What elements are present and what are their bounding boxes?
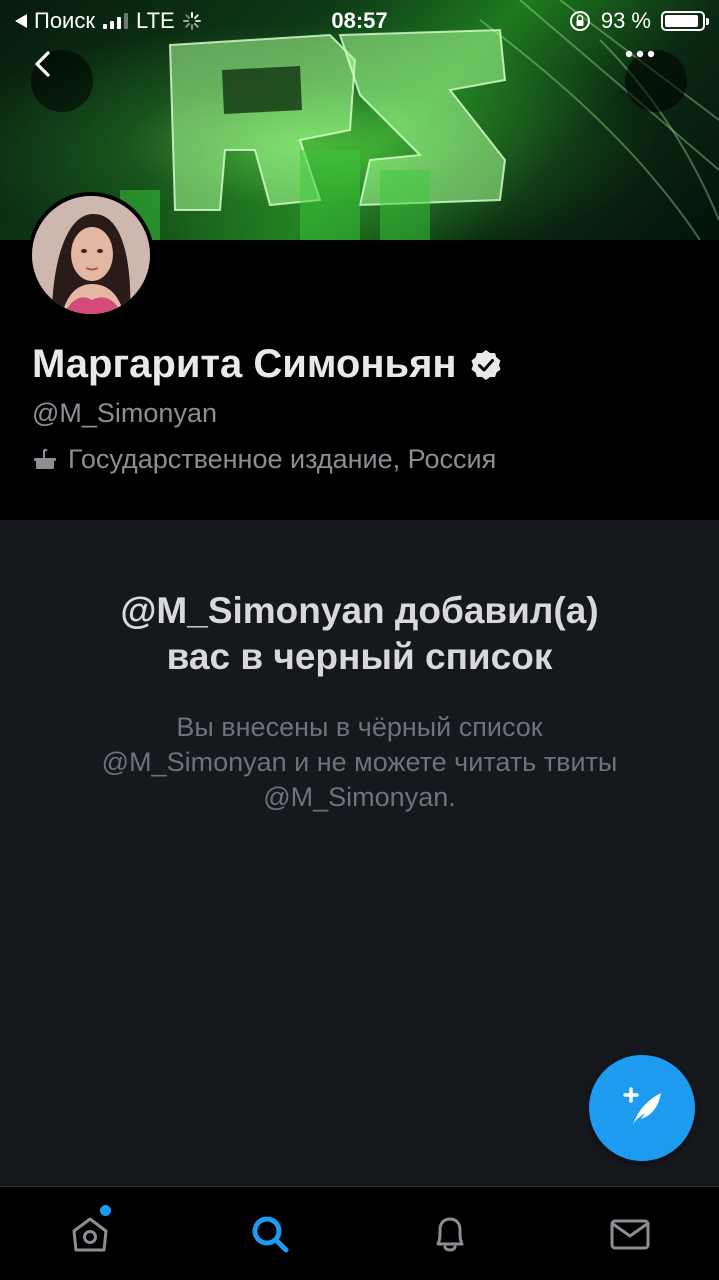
- profile-handle: @M_Simonyan: [32, 398, 217, 428]
- blocked-title: @M_Simonyan добавил(а) вас в черный спис…: [40, 588, 679, 680]
- affiliation-text: Государственное издание, Россия: [68, 444, 497, 474]
- bottom-tab-bar: [0, 1186, 719, 1280]
- battery-fill: [665, 15, 698, 27]
- more-horizontal-icon: [625, 50, 655, 58]
- search-icon: [252, 1216, 289, 1253]
- tab-search[interactable]: [247, 1211, 293, 1257]
- blocked-body-line-2: @M_Simonyan и не можете читать твиты: [101, 747, 618, 777]
- podium-icon: [34, 448, 56, 469]
- home-notification-dot: [100, 1205, 111, 1216]
- profile-screen: Поиск LTE 08:57 93 % Маргарита Симоньян …: [0, 0, 719, 1280]
- display-name: Маргарита Симоньян: [32, 342, 457, 386]
- orientation-lock-icon: [569, 11, 590, 31]
- blocked-body-line-1: Вы внесены в чёрный список: [176, 712, 543, 742]
- profile-name-row: Маргарита Симоньян: [32, 342, 503, 387]
- affiliation-label-row[interactable]: Государственное издание, Россия: [32, 444, 496, 475]
- compose-tweet-button[interactable]: [589, 1055, 695, 1161]
- blocked-body-line-3: @M_Simonyan.: [263, 782, 456, 812]
- battery-percent: 93 %: [600, 8, 651, 33]
- compose-tweet-icon: [623, 1087, 661, 1125]
- blocked-title-line-2: вас в черный список: [166, 636, 553, 677]
- envelope-icon: [610, 1219, 650, 1250]
- avatar-image: [32, 196, 150, 314]
- more-options-button[interactable]: [625, 50, 687, 112]
- bell-icon: [436, 1217, 464, 1252]
- avatar-portrait: [32, 196, 150, 314]
- blocked-description: Вы внесены в чёрный список @M_Simonyan и…: [40, 710, 679, 815]
- blocked-title-line-1: @M_Simonyan добавил(а): [120, 590, 599, 631]
- back-button[interactable]: [31, 50, 93, 112]
- tab-notifications[interactable]: [427, 1211, 473, 1257]
- home-icon: [72, 1217, 108, 1252]
- avatar[interactable]: [28, 192, 154, 318]
- tab-messages[interactable]: [607, 1211, 653, 1257]
- battery-icon: [661, 11, 709, 31]
- status-right: 93 %: [569, 8, 709, 34]
- tab-home[interactable]: [67, 1211, 113, 1257]
- chevron-left-icon: [35, 51, 50, 77]
- status-bar: Поиск LTE 08:57 93 %: [0, 0, 719, 40]
- verified-badge-icon: [471, 349, 501, 380]
